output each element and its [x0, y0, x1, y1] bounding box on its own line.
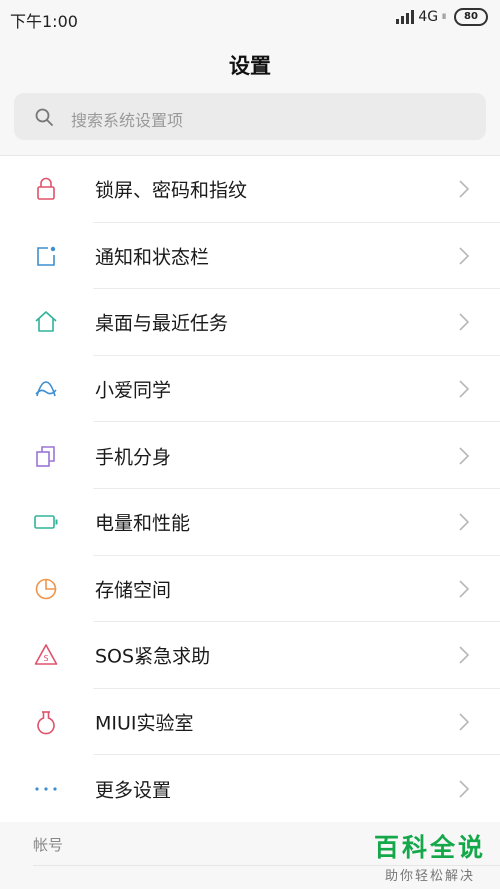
more-dots-icon [35, 787, 57, 791]
storage-icon [35, 578, 57, 600]
chevron-right-icon [459, 713, 470, 731]
settings-item-label: 存储空间 [95, 579, 172, 602]
chevron-right-icon [459, 313, 470, 332]
settings-item-label: 通知和状态栏 [95, 246, 210, 269]
settings-item-label: MIUI实验室 [95, 712, 194, 735]
page-title: 设置 [229, 54, 271, 78]
battery-icon: 80 [454, 8, 488, 26]
chevron-right-icon [459, 780, 470, 798]
svg-text:S: S [43, 654, 48, 663]
lab-flask-icon [37, 711, 55, 735]
status-bar: 下午1:00 4G ll 80 [0, 0, 500, 36]
chevron-right-icon [459, 646, 470, 665]
settings-item-label: 手机分身 [95, 446, 172, 469]
chevron-right-icon [459, 380, 470, 398]
settings-item-more[interactable]: 更多设置 [0, 755, 500, 822]
settings-item-home-screen[interactable]: 桌面与最近任务 [0, 289, 500, 356]
notification-icon [37, 246, 56, 266]
chevron-right-icon [459, 447, 470, 465]
settings-item-dual-space[interactable]: 手机分身 [0, 422, 500, 489]
home-icon [35, 311, 57, 333]
status-time: 下午1:00 [10, 12, 78, 31]
watermark: 百科全说 助你轻松解决 [374, 828, 486, 884]
chevron-right-icon [459, 247, 470, 265]
search-placeholder: 搜索系统设置项 [71, 111, 184, 130]
settings-list: 锁屏、密码和指纹 通知和状态栏 桌面与最近任务 小爱同学 手机分身 电量和性能 … [0, 155, 500, 822]
settings-item-label: 小爱同学 [95, 379, 172, 402]
status-indicators: 4G ll 80 [396, 8, 488, 26]
search-icon [35, 108, 53, 126]
settings-item-storage[interactable]: 存储空间 [0, 556, 500, 623]
search-input[interactable]: 搜索系统设置项 [14, 93, 486, 140]
network-activity-icon: ll [442, 13, 446, 21]
lock-icon [37, 178, 55, 201]
watermark-title: 百科全说 [373, 833, 486, 862]
chevron-right-icon [459, 580, 470, 598]
settings-item-label: 更多设置 [95, 779, 172, 802]
settings-item-lock-screen[interactable]: 锁屏、密码和指纹 [0, 156, 500, 223]
settings-item-sos[interactable]: S SOS紧急求助 [0, 622, 500, 689]
network-type: 4G [418, 9, 439, 25]
settings-item-label: SOS紧急求助 [95, 645, 211, 668]
settings-item-miui-lab[interactable]: MIUI实验室 [0, 689, 500, 756]
chevron-right-icon [459, 513, 470, 531]
dual-space-icon [36, 445, 55, 467]
sos-icon: S [34, 644, 58, 666]
settings-item-label: 锁屏、密码和指纹 [95, 179, 248, 202]
xiaoai-icon [35, 381, 57, 397]
section-title-account: 帐号 [33, 836, 64, 854]
settings-item-notifications[interactable]: 通知和状态栏 [0, 223, 500, 290]
settings-item-xiaoai[interactable]: 小爱同学 [0, 356, 500, 423]
chevron-right-icon [459, 180, 470, 198]
battery-icon [34, 515, 58, 530]
watermark-subtitle: 助你轻松解决 [384, 869, 475, 884]
settings-item-label: 电量和性能 [95, 512, 191, 535]
signal-icon [396, 10, 415, 24]
settings-item-label: 桌面与最近任务 [95, 312, 229, 335]
settings-item-battery-performance[interactable]: 电量和性能 [0, 489, 500, 556]
